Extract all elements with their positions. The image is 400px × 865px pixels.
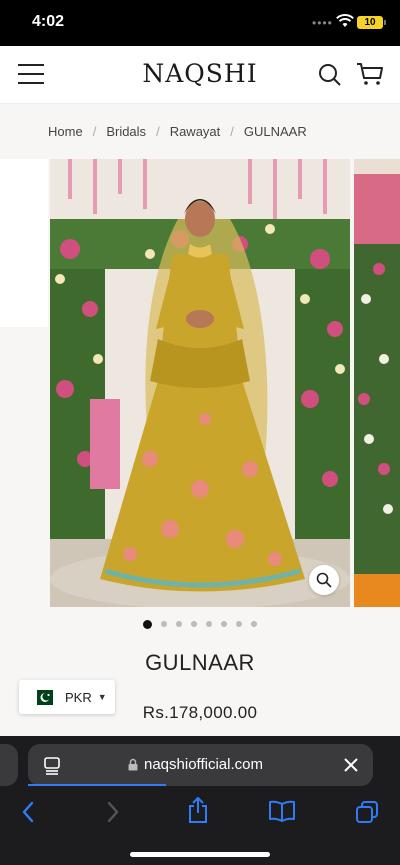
- lock-icon: [128, 758, 138, 771]
- pakistan-flag-icon: [31, 689, 53, 705]
- url-text: naqshiofficial.com: [144, 756, 263, 773]
- address-bar[interactable]: naqshiofficial.com: [28, 744, 373, 786]
- gallery-dot[interactable]: [221, 621, 227, 627]
- status-time: 4:02: [32, 13, 65, 30]
- zoom-icon: [316, 572, 332, 588]
- bookmarks-icon[interactable]: [268, 800, 296, 822]
- previous-tab-edge[interactable]: [0, 744, 18, 786]
- tabs-icon[interactable]: [355, 800, 379, 824]
- gallery-dot[interactable]: [206, 621, 212, 627]
- signal-icon: ••••: [312, 16, 333, 30]
- gallery-dot[interactable]: [143, 620, 152, 629]
- back-icon[interactable]: [20, 800, 36, 824]
- gallery-dot[interactable]: [191, 621, 197, 627]
- status-bar: 4:02 •••• 10: [0, 0, 400, 46]
- previous-photo-edge[interactable]: [0, 159, 48, 327]
- product-photo[interactable]: [50, 159, 350, 607]
- product-title: GULNAAR: [145, 650, 255, 675]
- wifi-icon: [336, 14, 354, 27]
- next-photo-illustration: [354, 159, 400, 607]
- home-indicator[interactable]: [130, 852, 270, 857]
- gallery-dot[interactable]: [176, 621, 182, 627]
- breadcrumb-bridals[interactable]: Bridals: [106, 124, 146, 139]
- breadcrumb: Home / Bridals / Rawayat / GULNAAR: [48, 124, 307, 139]
- breadcrumb-separator: /: [92, 124, 97, 139]
- page-load-progress: [28, 784, 166, 786]
- currency-code: PKR: [65, 689, 92, 705]
- breadcrumb-home[interactable]: Home: [48, 124, 83, 139]
- breadcrumb-separator: /: [156, 124, 160, 139]
- site-header: NAQSHI: [0, 46, 400, 104]
- browser-bottom-bar: naqshiofficial.com: [0, 736, 400, 865]
- browser-toolbar: [0, 796, 400, 836]
- gallery-dot[interactable]: [161, 621, 167, 627]
- battery-icon: 10: [357, 16, 386, 29]
- gallery-dot[interactable]: [236, 621, 242, 627]
- forward-icon[interactable]: [105, 800, 121, 824]
- gallery-pagination: [0, 620, 400, 629]
- chevron-down-icon: ▼: [97, 692, 107, 702]
- breadcrumb-current: GULNAAR: [243, 124, 307, 139]
- close-icon[interactable]: [343, 757, 359, 773]
- gallery-dot[interactable]: [251, 621, 257, 627]
- zoom-button[interactable]: [309, 565, 339, 595]
- web-page: NAQSHI Home / Bridals / Rawayat / GULNAA…: [0, 46, 400, 736]
- breadcrumb-rawayat[interactable]: Rawayat: [170, 124, 221, 139]
- search-icon[interactable]: [318, 63, 342, 87]
- breadcrumb-separator: /: [230, 124, 234, 139]
- page-format-icon[interactable]: [44, 757, 60, 775]
- next-photo-edge[interactable]: [354, 159, 400, 607]
- share-icon[interactable]: [186, 796, 210, 824]
- currency-selector[interactable]: PKR ▼: [19, 680, 115, 714]
- cart-icon[interactable]: [356, 62, 384, 86]
- product-photo-illustration: [50, 159, 350, 607]
